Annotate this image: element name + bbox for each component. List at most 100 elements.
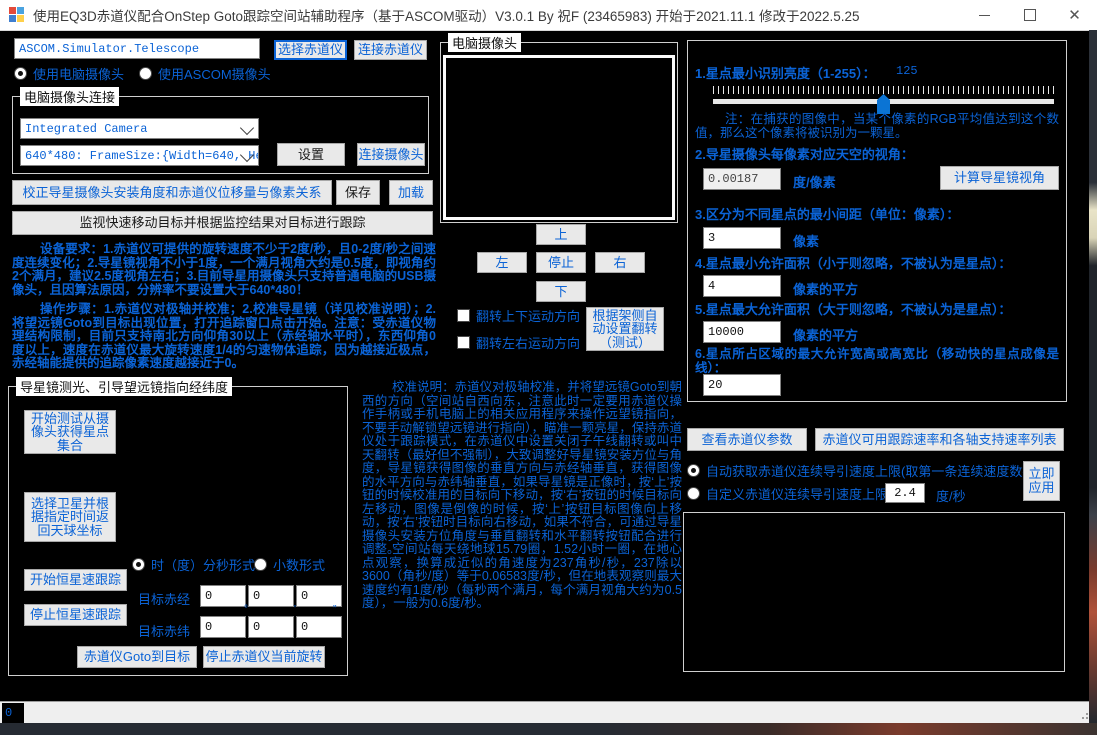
apply-now-button[interactable]: 立即应用	[1023, 461, 1060, 501]
move-stop-button[interactable]: 停止	[536, 252, 586, 273]
ra-hours-input[interactable]: 0	[200, 585, 246, 607]
connect-mount-button[interactable]: 连接赤道仪	[354, 40, 427, 60]
radio-dot	[132, 558, 145, 571]
radio-dot	[254, 558, 267, 571]
brightness-slider[interactable]	[713, 86, 1054, 114]
save-button[interactable]: 保存	[336, 180, 380, 205]
radio-auto-label: 自动获取赤道仪连续导引速度上限(取第一条连续速度数据)	[706, 464, 1040, 479]
radio-decimal-format[interactable]: 小数形式	[254, 555, 325, 574]
radio-dot	[14, 67, 27, 80]
select-satellite-button[interactable]: 选择卫星并根据指定时间返回天球坐标	[24, 492, 116, 542]
item6-label: 6.星点所占区域的最大允许宽高或高宽比（移动快的星点成像是线）：	[695, 347, 1059, 375]
stop-rotation-button[interactable]: 停止赤道仪当前旋转	[203, 646, 325, 668]
camera-device-select[interactable]: Integrated Camera	[20, 118, 259, 139]
item2-unit: 度/像素	[793, 175, 836, 190]
max-aspect-input[interactable]: 20	[703, 374, 781, 396]
item4-unit: 像素的平方	[793, 282, 859, 297]
unit-second: "	[333, 604, 337, 615]
flip-horizontal-label: 翻转左右运动方向	[476, 336, 581, 351]
desktop-side-strip	[1089, 30, 1097, 723]
slider-thumb[interactable]	[877, 94, 890, 114]
move-down-button[interactable]: 下	[536, 281, 586, 302]
maximize-button[interactable]	[1007, 0, 1052, 30]
dec-seconds-input[interactable]: 0	[296, 616, 342, 638]
camera-preview-title: 电脑摄像头	[448, 33, 522, 52]
camera-format-value: 640*480: FrameSize:{Width=640, Height=48…	[25, 148, 258, 163]
radio-hms-label: 时（度）分秒形式	[151, 558, 256, 573]
unit-degree: °	[244, 604, 248, 615]
monitor-target-button[interactable]: 监视快速移动目标并根据监控结果对目标进行跟踪	[12, 211, 433, 235]
radio-custom-guide-limit[interactable]: 自定义赤道仪连续导引速度上限	[687, 484, 888, 503]
radio-dot	[687, 487, 700, 500]
radio-pc-camera-label: 使用电脑摄像头	[33, 67, 125, 82]
move-up-button[interactable]: 上	[536, 224, 586, 245]
orbit-note-text: 空间站每天绕地球15.79圈，1.52小时一圈，在地心点观察，换算成近似的角速度…	[362, 542, 682, 610]
start-sidereal-tracking-button[interactable]: 开始恒星速跟踪	[24, 569, 127, 591]
status-cell-0: 0	[2, 702, 24, 723]
log-output-panel[interactable]	[683, 512, 1065, 672]
goto-target-button[interactable]: 赤道仪Goto到目标	[77, 646, 197, 668]
close-icon[interactable]: ✕	[1052, 0, 1097, 30]
move-left-button[interactable]: 左	[477, 252, 527, 273]
item4-label: 4.星点最小允许面积（小于则忽略，不被认为是星点）：	[695, 256, 1012, 271]
title-bar: 使用EQ3D赤道仪配合OnStep Goto跟踪空间站辅助程序（基于ASCOM驱…	[0, 0, 1097, 31]
mount-rate-list-button[interactable]: 赤道仪可用跟踪速率和各轴支持速率列表	[815, 428, 1064, 451]
radio-pc-camera[interactable]: 使用电脑摄像头	[14, 64, 124, 83]
requirements-text: 设备要求：1.赤道仪可提供的旋转速度不少于2度/秒，且0-2度/秒之间速度连续变…	[12, 242, 436, 297]
camera-preview-area[interactable]	[443, 55, 675, 220]
taskbar	[0, 723, 1097, 735]
ra-minutes-input[interactable]: 0	[248, 585, 294, 607]
select-mount-button[interactable]: 选择赤道仪	[274, 40, 347, 60]
move-right-button[interactable]: 右	[595, 252, 645, 273]
flip-vertical-label: 翻转上下运动方向	[476, 309, 581, 324]
dec-label: 目标赤纬	[138, 624, 191, 639]
flip-horizontal-checkbox[interactable]: 翻转左右运动方向	[457, 333, 580, 352]
mount-driver-field[interactable]: ASCOM.Simulator.Telescope	[14, 38, 260, 59]
checkbox-box	[457, 309, 470, 322]
min-gap-input[interactable]: 3	[703, 227, 781, 249]
camera-connection-title: 电脑摄像头连接	[20, 87, 120, 106]
stop-sidereal-tracking-button[interactable]: 停止恒星速跟踪	[24, 604, 127, 626]
app-icon	[9, 7, 25, 23]
radio-dot	[139, 67, 152, 80]
chevron-down-icon	[239, 120, 255, 135]
radio-ascom-camera[interactable]: 使用ASCOM摄像头	[139, 64, 271, 83]
max-area-input[interactable]: 10000	[703, 321, 781, 343]
slider-ticks	[713, 86, 1054, 94]
item1-label: 1.星点最小识别亮度（1-255）：	[695, 66, 876, 81]
start-star-test-button[interactable]: 开始测试从摄像头获得星点集合	[24, 410, 116, 454]
radio-auto-guide-limit[interactable]: 自动获取赤道仪连续导引速度上限(取第一条连续速度数据)	[687, 461, 1040, 480]
view-mount-params-button[interactable]: 查看赤道仪参数	[687, 428, 807, 451]
connect-camera-button[interactable]: 连接摄像头	[357, 143, 425, 166]
item3-unit: 像素	[793, 234, 820, 249]
dec-degrees-input[interactable]: 0	[200, 616, 246, 638]
pixel-angle-input[interactable]: 0.00187	[703, 168, 781, 190]
calc-guide-fov-button[interactable]: 计算导星镜视角	[940, 166, 1059, 190]
load-button[interactable]: 加载	[389, 180, 433, 205]
status-bar: 0	[0, 701, 1097, 723]
item2-label: 2.导星摄像头每像素对应天空的视角：	[695, 147, 914, 162]
window-title: 使用EQ3D赤道仪配合OnStep Goto跟踪空间站辅助程序（基于ASCOM驱…	[33, 9, 860, 24]
item1-value: 125	[896, 64, 918, 78]
checkbox-box	[457, 336, 470, 349]
steps-text: 操作步骤：1.赤道仪对极轴并校准；2.校准导星镜（详见校准说明）；2.将望远镜G…	[12, 302, 436, 370]
min-area-input[interactable]: 4	[703, 275, 781, 297]
radio-decimal-label: 小数形式	[273, 558, 326, 573]
item1-note: 注：在捕获的图像中，当某个像素的RGB平均值达到这个数值，那么这个像素将被识别为…	[695, 112, 1059, 140]
custom-guide-rate-input[interactable]: 2.4	[885, 483, 925, 503]
flip-vertical-checkbox[interactable]: 翻转上下运动方向	[457, 306, 580, 325]
minimize-button[interactable]	[962, 0, 1007, 30]
dec-minutes-input[interactable]: 0	[248, 616, 294, 638]
camera-settings-button[interactable]: 设置	[277, 143, 345, 166]
ra-label: 目标赤经	[138, 592, 191, 607]
radio-custom-label: 自定义赤道仪连续导引速度上限	[706, 487, 889, 502]
application-window: 使用EQ3D赤道仪配合OnStep Goto跟踪空间站辅助程序（基于ASCOM驱…	[0, 0, 1097, 735]
radio-ascom-camera-label: 使用ASCOM摄像头	[158, 67, 271, 82]
item5-unit: 像素的平方	[793, 328, 859, 343]
radio-dot	[687, 464, 700, 477]
camera-format-select[interactable]: 640*480: FrameSize:{Width=640, Height=48…	[20, 145, 259, 166]
radio-hms-format[interactable]: 时（度）分秒形式	[132, 555, 255, 574]
auto-flip-button[interactable]: 根据架侧自动设置翻转（测试）	[586, 307, 664, 351]
guide-telescope-title: 导星镜测光、引导望远镜指向经纬度	[16, 377, 233, 396]
calibrate-guide-camera-button[interactable]: 校正导星摄像头安装角度和赤道仪位移量与像素关系	[12, 180, 332, 205]
